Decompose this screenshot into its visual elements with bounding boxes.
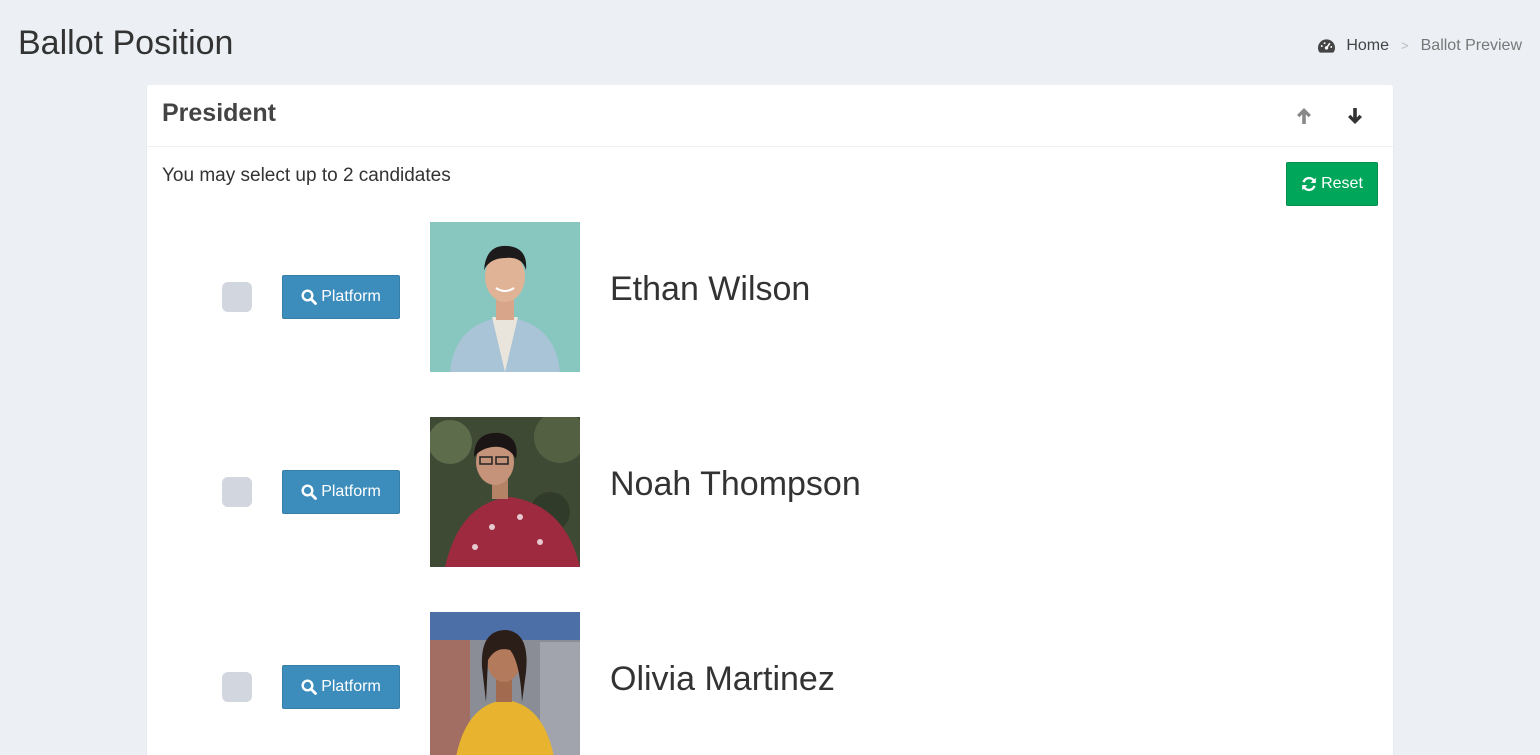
candidate-row: Platform Ethan Wilson: [147, 222, 1393, 372]
candidate-checkbox[interactable]: [222, 282, 252, 312]
breadcrumb: Home > Ballot Preview: [1317, 36, 1522, 56]
refresh-icon: [1302, 176, 1316, 192]
platform-button[interactable]: Platform: [282, 665, 400, 709]
reset-label: Reset: [1321, 175, 1363, 192]
candidate-photo: [430, 612, 580, 755]
reset-button[interactable]: Reset: [1286, 162, 1378, 206]
platform-button[interactable]: Platform: [282, 470, 400, 514]
page-title: Ballot Position: [18, 24, 234, 62]
platform-label: Platform: [321, 288, 381, 305]
candidate-photo: [430, 417, 580, 567]
candidate-checkbox[interactable]: [222, 477, 252, 507]
breadcrumb-home-link[interactable]: Home: [1317, 36, 1389, 56]
candidate-row: Platform Noah Thompson: [147, 417, 1393, 567]
search-icon: [301, 679, 318, 695]
candidate-name: Olivia Martinez: [610, 660, 835, 698]
position-title: President: [162, 99, 276, 127]
dashboard-icon: [1318, 39, 1336, 53]
breadcrumb-home-label: Home: [1346, 37, 1390, 54]
platform-label: Platform: [321, 678, 381, 695]
breadcrumb-current: Ballot Preview: [1420, 37, 1522, 54]
move-up-button[interactable]: [1291, 103, 1317, 129]
arrow-up-icon: [1297, 108, 1311, 124]
breadcrumb-separator: >: [1401, 38, 1409, 53]
search-icon: [301, 289, 318, 305]
arrow-down-icon: [1348, 108, 1362, 124]
candidate-name: Ethan Wilson: [610, 270, 811, 308]
position-header: President: [147, 85, 1393, 147]
move-down-button[interactable]: [1342, 103, 1368, 129]
position-box: President You may select up to 2 candida…: [147, 85, 1393, 755]
candidate-row: Platform Olivia Martinez: [147, 612, 1393, 755]
search-icon: [301, 484, 318, 500]
platform-button[interactable]: Platform: [282, 275, 400, 319]
candidate-photo: [430, 222, 580, 372]
candidate-checkbox[interactable]: [222, 672, 252, 702]
selection-instruction: You may select up to 2 candidates: [162, 165, 451, 186]
platform-label: Platform: [321, 483, 381, 500]
candidate-name: Noah Thompson: [610, 465, 861, 503]
